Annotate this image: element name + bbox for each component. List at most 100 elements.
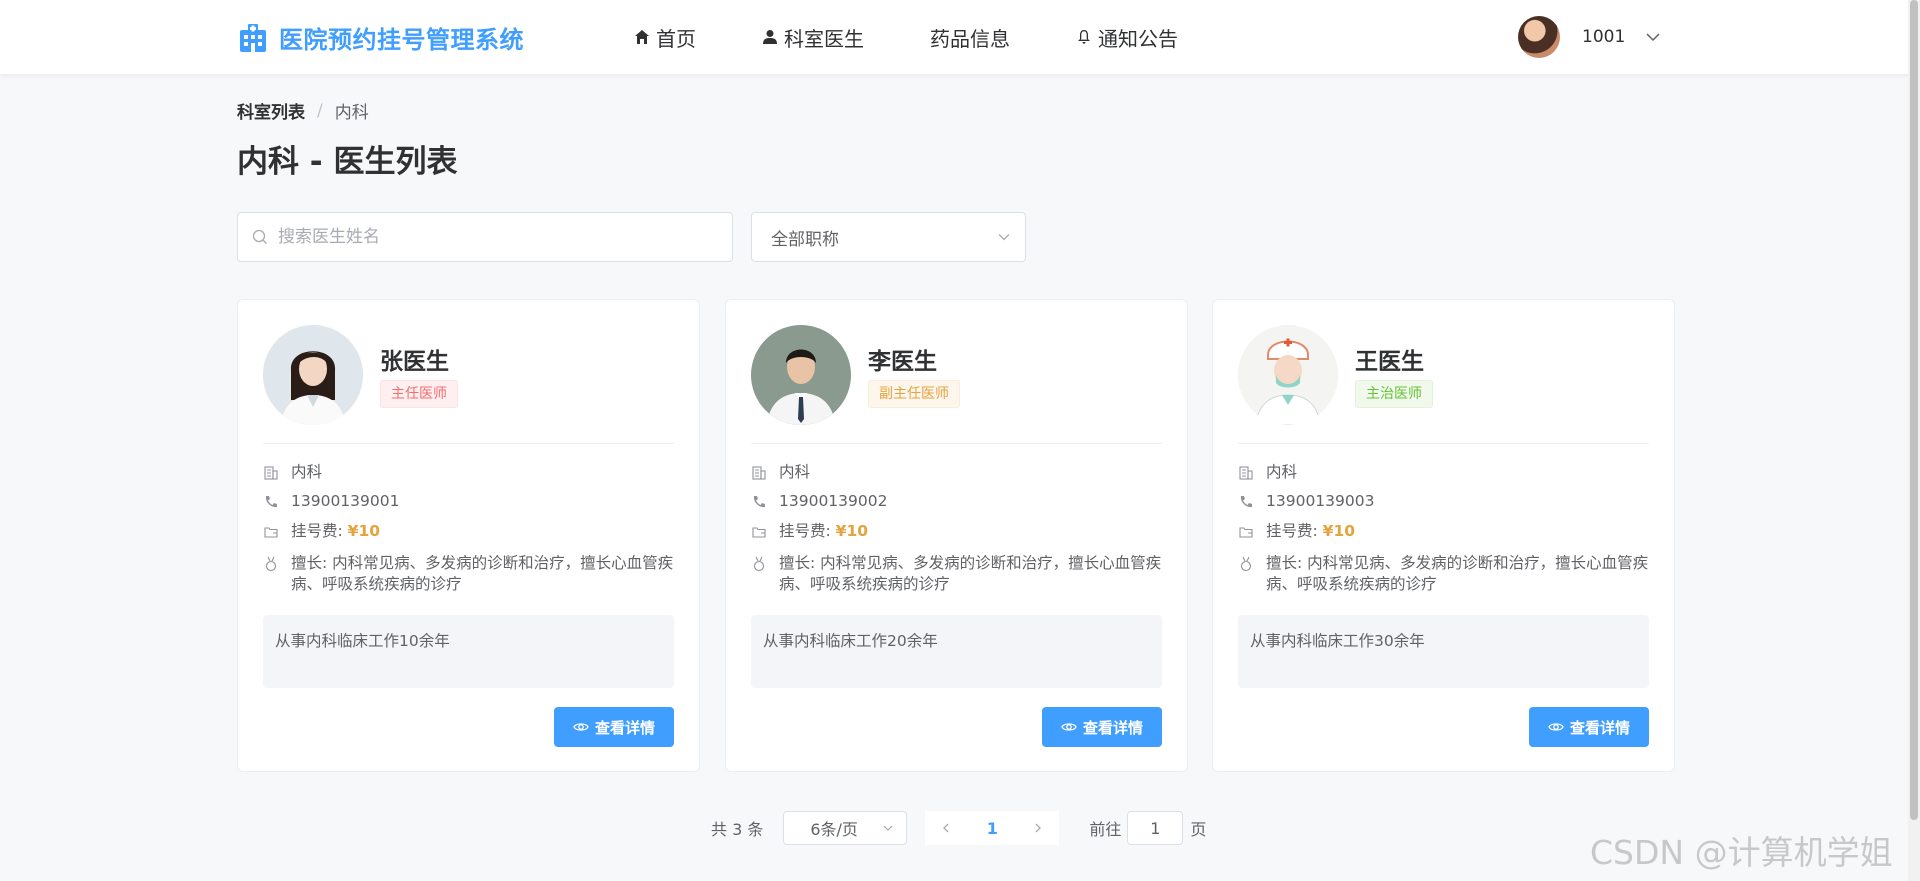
chevron-right-icon xyxy=(1035,823,1042,833)
system-title: 医院预约挂号管理系统 xyxy=(279,26,524,54)
medal-icon xyxy=(265,556,277,572)
eye-icon xyxy=(1061,723,1077,731)
building-icon xyxy=(1239,466,1253,480)
divider xyxy=(751,443,1162,444)
fee-amount: ¥10 xyxy=(1322,522,1356,540)
phone-icon xyxy=(1240,496,1252,508)
specialty-row: 擅长: 内科常见病、多发病的诊断和治疗，擅长心血管疾病、呼吸系统疾病的诊疗 xyxy=(263,553,674,595)
nav-label: 通知公告 xyxy=(1098,26,1178,51)
department-row: 内科 xyxy=(263,462,674,483)
breadcrumb-current: 内科 xyxy=(334,103,369,123)
nav-item-home[interactable]: 首页 xyxy=(634,23,696,52)
view-details-button[interactable]: 查看详情 xyxy=(554,707,674,747)
chevron-down-icon xyxy=(998,234,1010,241)
doctor-name: 王医生 xyxy=(1355,349,1424,375)
eye-icon xyxy=(1548,723,1564,731)
phone: 13900139002 xyxy=(779,492,888,510)
fee-label: 挂号费: xyxy=(779,522,831,540)
hospital-icon xyxy=(240,23,266,52)
view-details-button[interactable]: 查看详情 xyxy=(1529,707,1649,747)
breadcrumb-department-list[interactable]: 科室列表 xyxy=(237,98,305,123)
phone: 13900139001 xyxy=(291,492,400,510)
view-details-label: 查看详情 xyxy=(594,718,655,737)
pagination-total: 共 3 条 xyxy=(711,820,764,839)
doctor-card: 张医生 主任医师 内科 13900139001 挂号费: ¥10 擅长: 内科常… xyxy=(237,299,700,772)
nav-label: 首页 xyxy=(656,26,696,51)
logo[interactable]: 医院预约挂号管理系统 xyxy=(237,20,524,55)
fee-row: 挂号费: ¥10 xyxy=(263,521,674,542)
doctor-description: 从事内科临床工作20余年 xyxy=(751,615,1162,688)
home-icon xyxy=(635,30,649,44)
fee-amount: ¥10 xyxy=(347,522,381,540)
doctor-card: 李医生 副主任医师 内科 13900139002 挂号费: ¥10 擅长: 内科… xyxy=(725,299,1188,772)
goto-prefix: 前往 xyxy=(1089,820,1122,839)
top-navbar: 医院预约挂号管理系统 首页 科室医生 药品信息 通知公告 1001 xyxy=(0,0,1920,74)
phone: 13900139003 xyxy=(1266,492,1375,510)
page-title: 内科 - 医生列表 xyxy=(237,144,458,180)
divider xyxy=(263,443,674,444)
phone-row: 13900139003 xyxy=(1238,491,1649,512)
chevron-down-icon xyxy=(883,825,893,831)
search-box[interactable] xyxy=(237,212,733,262)
user-icon xyxy=(763,30,777,44)
department: 内科 xyxy=(291,463,323,481)
title-filter-select[interactable]: 全部职称 xyxy=(751,212,1026,262)
nav-item-medicine[interactable]: 药品信息 xyxy=(930,23,1010,52)
nurse-portrait xyxy=(1238,325,1338,425)
building-icon xyxy=(264,466,278,480)
doctor-title-tag: 主任医师 xyxy=(380,380,458,408)
doctor-name: 李医生 xyxy=(868,349,937,375)
goto-page-input[interactable] xyxy=(1127,811,1184,845)
doctor-description: 从事内科临床工作30余年 xyxy=(1238,615,1649,688)
specialty: 擅长: 内科常见病、多发病的诊断和治疗，擅长心血管疾病、呼吸系统疾病的诊疗 xyxy=(291,554,674,593)
phone-row: 13900139002 xyxy=(751,491,1162,512)
main-nav: 首页 科室医生 药品信息 通知公告 xyxy=(634,0,1244,74)
medal-icon xyxy=(1240,556,1252,572)
wallet-icon xyxy=(752,527,766,538)
doctor-name: 张医生 xyxy=(380,349,449,375)
doctor-portrait-male xyxy=(751,325,851,425)
doctor-photo xyxy=(751,325,851,425)
doctor-title-tag: 主治医师 xyxy=(1355,380,1433,408)
bell-icon xyxy=(1078,30,1090,44)
scrollbar[interactable] xyxy=(1908,0,1920,881)
fee-amount: ¥10 xyxy=(835,522,869,540)
doctor-title-tag: 副主任医师 xyxy=(868,380,960,408)
divider xyxy=(1238,443,1649,444)
next-page-button[interactable] xyxy=(1017,811,1059,845)
user-menu[interactable]: 1001 xyxy=(1518,16,1661,58)
view-details-button[interactable]: 查看详情 xyxy=(1042,707,1162,747)
doctor-description: 从事内科临床工作10余年 xyxy=(263,615,674,688)
scrollbar-thumb[interactable] xyxy=(1910,0,1918,820)
page-size-select[interactable]: 6条/页 xyxy=(783,811,908,845)
page-number-current[interactable]: 1 xyxy=(967,811,1017,845)
department: 内科 xyxy=(1266,463,1298,481)
doctor-photo xyxy=(1238,325,1338,425)
department-row: 内科 xyxy=(751,462,1162,483)
nav-label: 科室医生 xyxy=(784,26,864,51)
nav-item-notice[interactable]: 通知公告 xyxy=(1076,23,1178,52)
wallet-icon xyxy=(264,527,278,538)
nav-item-doctors[interactable]: 科室医生 xyxy=(762,23,864,52)
prev-page-button[interactable] xyxy=(925,811,967,845)
doctor-card: 王医生 主治医师 内科 13900139003 挂号费: ¥10 擅长: 内科常… xyxy=(1212,299,1675,772)
username: 1001 xyxy=(1582,27,1626,47)
nav-label: 药品信息 xyxy=(930,26,1010,51)
specialty-row: 擅长: 内科常见病、多发病的诊断和治疗，擅长心血管疾病、呼吸系统疾病的诊疗 xyxy=(1238,553,1649,595)
chevron-down-icon[interactable] xyxy=(1645,29,1661,45)
watermark: CSDN @计算机学姐 xyxy=(1590,833,1893,872)
view-details-label: 查看详情 xyxy=(1082,718,1143,737)
department: 内科 xyxy=(779,463,811,481)
page-size-value: 6条/页 xyxy=(810,820,858,839)
department-row: 内科 xyxy=(1238,462,1649,483)
breadcrumb-separator: / xyxy=(317,100,323,121)
fee-row: 挂号费: ¥10 xyxy=(1238,521,1649,542)
avatar[interactable] xyxy=(1518,16,1560,58)
goto-suffix: 页 xyxy=(1190,820,1207,839)
specialty: 擅长: 内科常见病、多发病的诊断和治疗，擅长心血管疾病、呼吸系统疾病的诊疗 xyxy=(1266,554,1649,593)
phone-icon xyxy=(753,496,765,508)
fee-row: 挂号费: ¥10 xyxy=(751,521,1162,542)
doctor-portrait-female xyxy=(263,325,363,425)
wallet-icon xyxy=(1239,527,1253,538)
search-doctor-input[interactable] xyxy=(278,227,718,247)
